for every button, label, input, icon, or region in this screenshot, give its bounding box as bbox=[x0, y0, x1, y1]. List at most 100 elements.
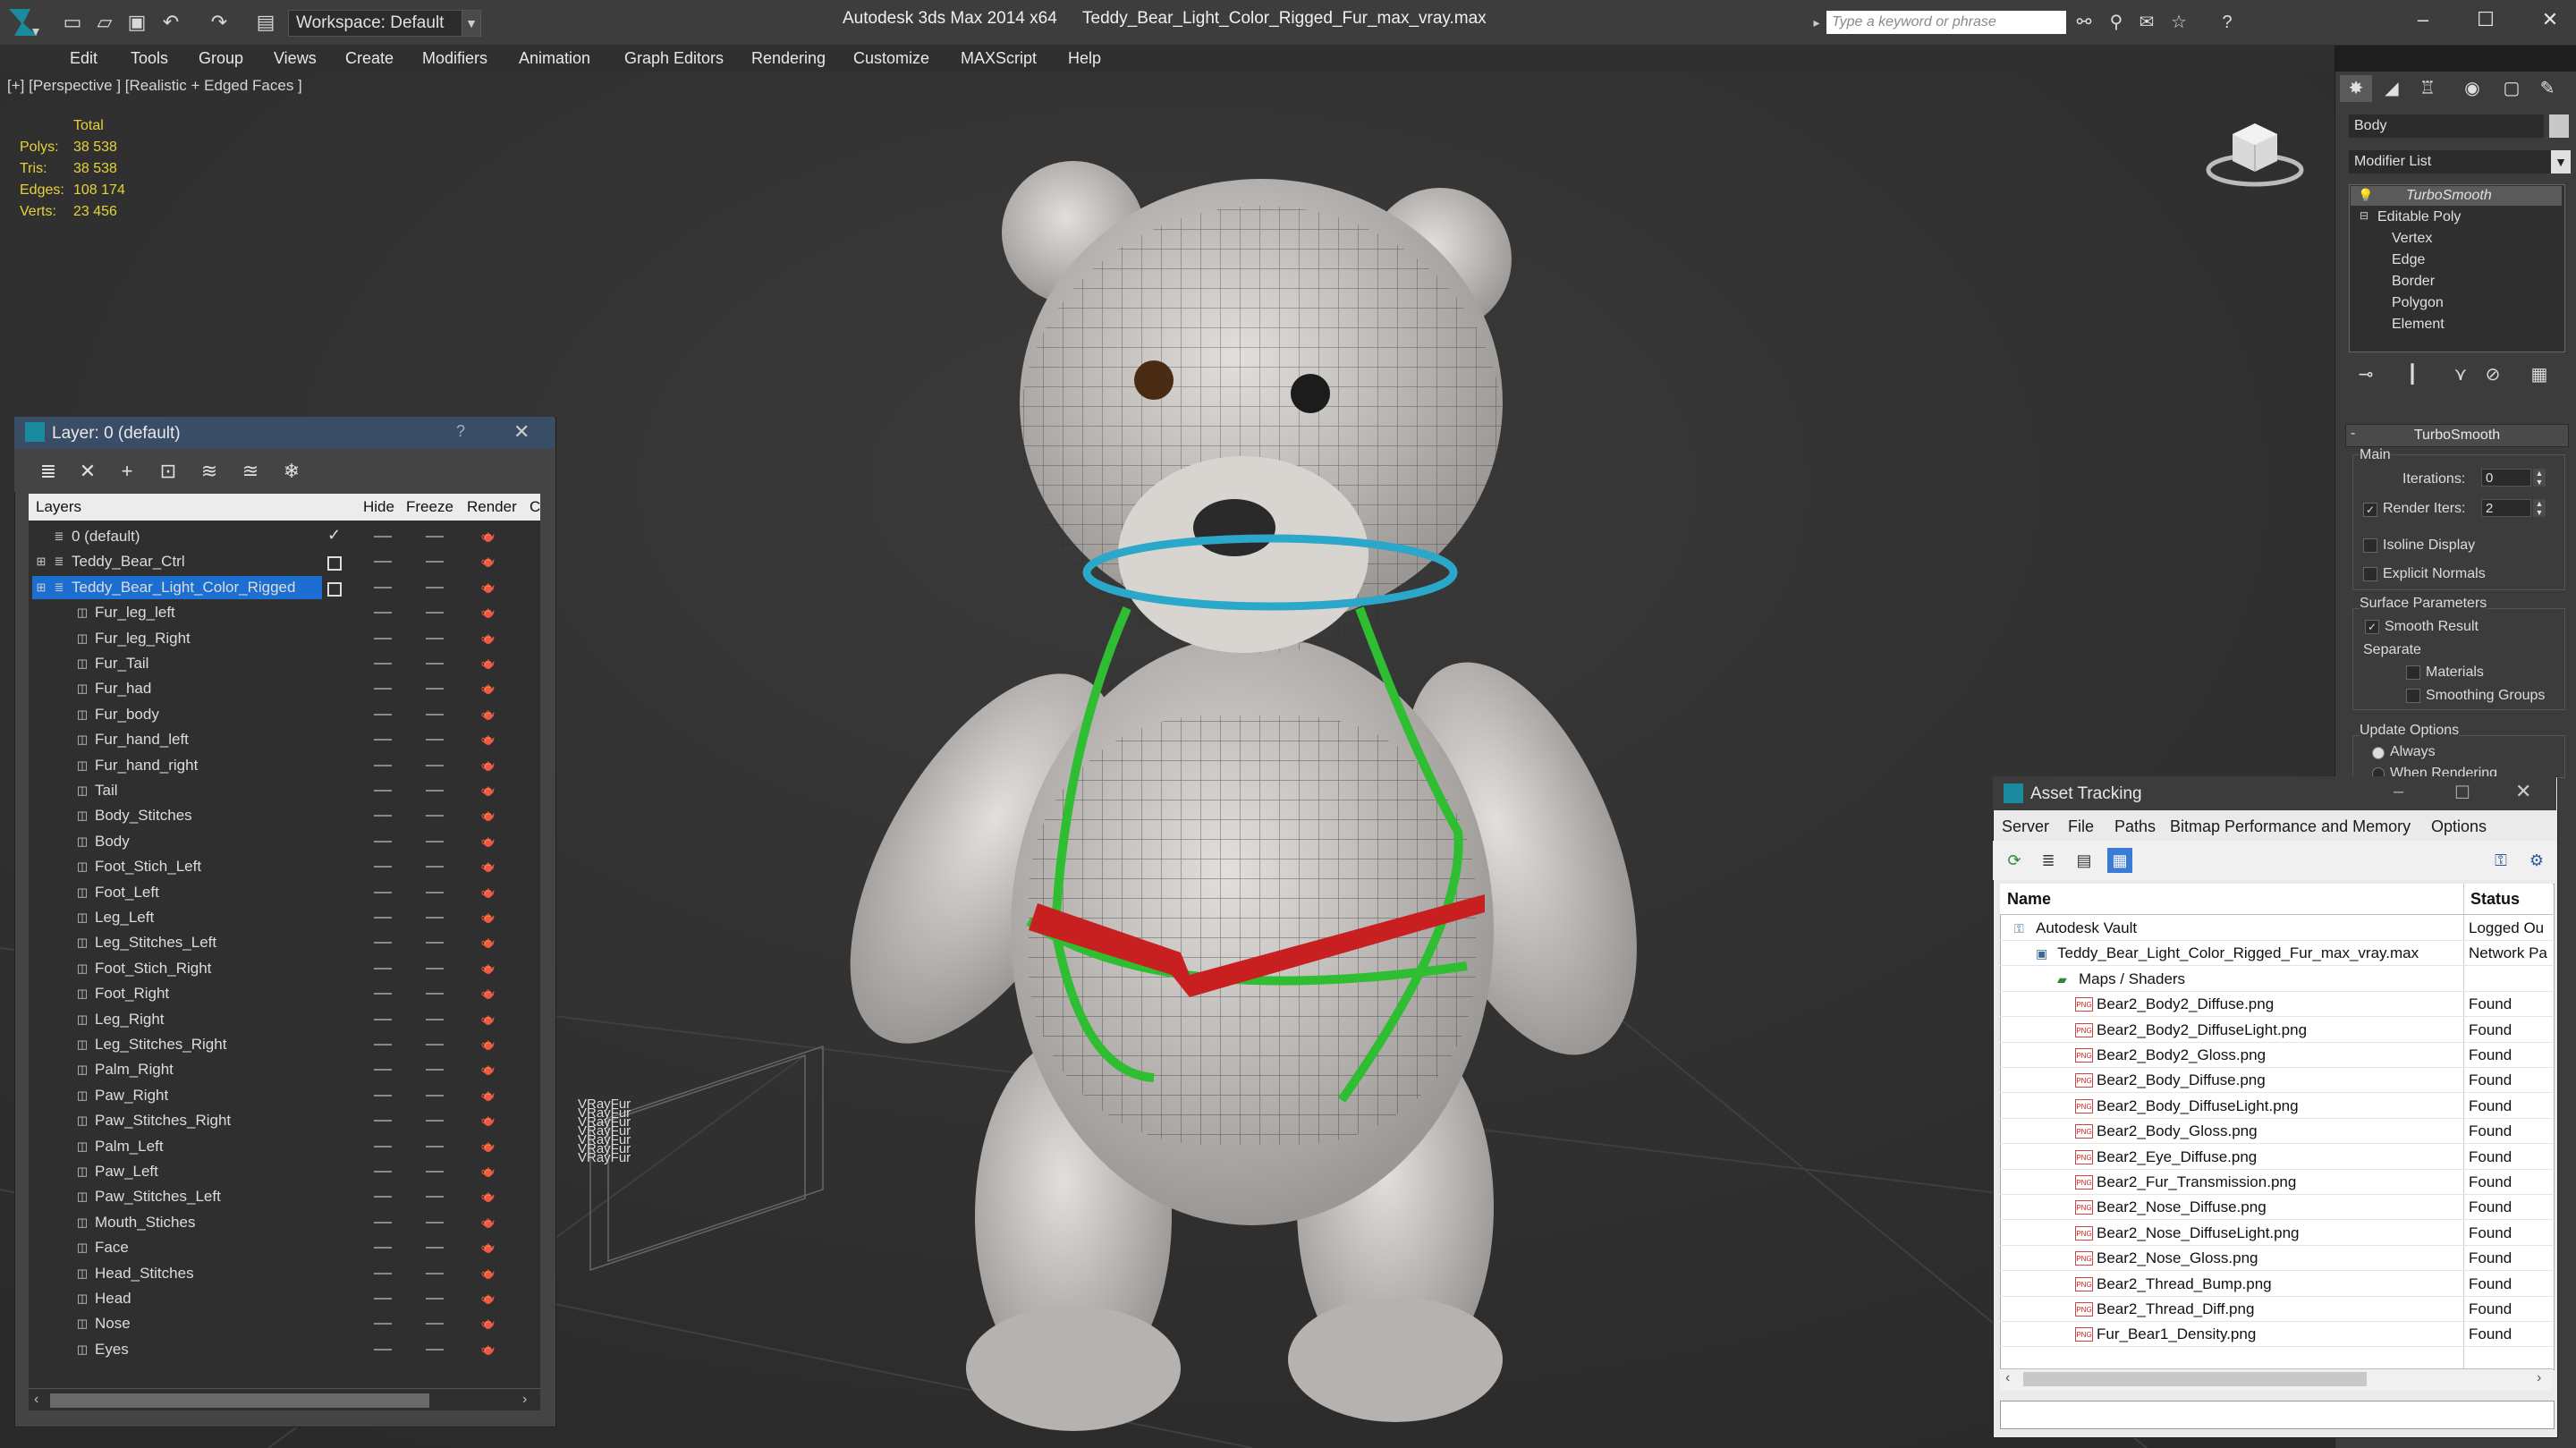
list-view-icon[interactable]: ≣ bbox=[2036, 848, 2061, 873]
table-view-icon[interactable]: ▦ bbox=[2107, 848, 2132, 873]
layer-row[interactable]: ◫ Tail 🫖 bbox=[29, 778, 540, 803]
stack-item-editable-poly[interactable]: Editable Poly bbox=[2377, 209, 2461, 225]
search-expand-icon[interactable]: ▸ bbox=[1809, 11, 1825, 34]
layer-row[interactable]: ◫ Foot_Right 🫖 bbox=[29, 981, 540, 1006]
set-current-layer-box[interactable] bbox=[327, 556, 342, 572]
workspace-dropdown-arrow-icon[interactable]: ▼ bbox=[462, 10, 481, 37]
layer-help-icon[interactable]: ? bbox=[456, 422, 465, 441]
layer-row[interactable]: ◫ Fur_hand_left 🫖 bbox=[29, 727, 540, 752]
freeze-toggle[interactable] bbox=[426, 536, 444, 538]
minimize-icon[interactable]: – bbox=[2401, 4, 2445, 36]
freeze-toggle[interactable] bbox=[426, 1323, 444, 1325]
asset-row[interactable]: PNG Bear2_Body_DiffuseLight.png Found bbox=[2000, 1094, 2553, 1119]
freeze-toggle[interactable] bbox=[426, 688, 444, 690]
render-iters-checkbox[interactable]: ✓ bbox=[2363, 503, 2377, 517]
communication-icon[interactable]: ✉ bbox=[2134, 11, 2159, 34]
lightbulb-icon[interactable]: 💡 bbox=[2358, 188, 2373, 203]
menu-edit[interactable]: Edit bbox=[70, 45, 97, 72]
hide-toggle[interactable] bbox=[374, 917, 392, 919]
render-teapot-icon[interactable]: 🫖 bbox=[479, 1139, 497, 1154]
viewport-label[interactable]: [+] [Perspective ] [Realistic + Edged Fa… bbox=[7, 77, 302, 95]
remove-modifier-icon[interactable]: ⊘ bbox=[2479, 361, 2506, 388]
viewcube-icon[interactable] bbox=[2206, 116, 2304, 188]
hide-toggle[interactable] bbox=[374, 1120, 392, 1122]
hierarchy-tab-icon[interactable]: ♖ bbox=[2411, 75, 2444, 102]
chevron-down-icon[interactable]: ▼ bbox=[2551, 150, 2571, 174]
object-color-swatch[interactable] bbox=[2549, 114, 2569, 138]
freeze-toggle[interactable] bbox=[426, 1272, 444, 1274]
asset-row[interactable]: PNG Bear2_Body2_Gloss.png Found bbox=[2000, 1043, 2553, 1068]
maximize-icon[interactable]: ☐ bbox=[2454, 782, 2470, 804]
hide-toggle[interactable] bbox=[374, 1069, 392, 1071]
layer-row[interactable]: ◫ Paw_Left 🫖 bbox=[29, 1159, 540, 1184]
scroll-right-icon[interactable]: › bbox=[2537, 1370, 2541, 1386]
hide-all-icon[interactable]: ≊ bbox=[236, 458, 265, 485]
freeze-toggle[interactable] bbox=[426, 1171, 444, 1173]
freeze-toggle[interactable] bbox=[426, 917, 444, 919]
open-file-icon[interactable]: ▱ bbox=[93, 11, 116, 34]
asset-scroll-thumb[interactable] bbox=[2023, 1372, 2367, 1386]
asset-row[interactable]: PNG Bear2_Thread_Bump.png Found bbox=[2000, 1272, 2553, 1297]
hide-toggle[interactable] bbox=[374, 1247, 392, 1249]
utilities-tab-icon[interactable]: ✎ bbox=[2531, 75, 2563, 102]
layer-scroll-thumb[interactable] bbox=[50, 1393, 429, 1408]
menu-customize[interactable]: Customize bbox=[853, 45, 929, 72]
hide-toggle[interactable] bbox=[374, 561, 392, 563]
vault-options-icon[interactable]: ⚙ bbox=[2524, 848, 2549, 873]
menu-animation[interactable]: Animation bbox=[519, 45, 590, 72]
menu-tools[interactable]: Tools bbox=[131, 45, 168, 72]
layer-row[interactable]: ◫ Body_Stitches 🫖 bbox=[29, 803, 540, 828]
render-teapot-icon[interactable]: 🫖 bbox=[479, 1266, 497, 1281]
freeze-toggle[interactable] bbox=[426, 993, 444, 995]
render-teapot-icon[interactable]: 🫖 bbox=[479, 1114, 497, 1128]
layer-row[interactable]: ◫ Palm_Right 🫖 bbox=[29, 1057, 540, 1082]
isoline-display-checkbox[interactable] bbox=[2363, 538, 2377, 553]
render-teapot-icon[interactable]: 🫖 bbox=[479, 834, 497, 849]
col-layers[interactable]: Layers bbox=[36, 494, 81, 521]
layer-row[interactable]: ◫ Head 🫖 bbox=[29, 1286, 540, 1311]
asset-menu-file[interactable]: File bbox=[2068, 812, 2094, 841]
render-teapot-icon[interactable]: 🫖 bbox=[479, 1241, 497, 1255]
menu-views[interactable]: Views bbox=[274, 45, 317, 72]
scroll-left-icon[interactable]: ‹ bbox=[2005, 1370, 2010, 1386]
render-teapot-icon[interactable]: 🫖 bbox=[479, 961, 497, 976]
layer-row[interactable]: ◫ Fur_hand_right 🫖 bbox=[29, 753, 540, 778]
configure-modifier-sets-icon[interactable]: ▦ bbox=[2526, 361, 2553, 388]
asset-row[interactable]: PNG Bear2_Nose_Gloss.png Found bbox=[2000, 1246, 2553, 1272]
render-teapot-icon[interactable]: 🫖 bbox=[479, 656, 497, 671]
freeze-all-icon[interactable]: ❄ bbox=[277, 458, 306, 485]
redo-icon[interactable]: ↷ bbox=[208, 11, 231, 34]
hide-toggle[interactable] bbox=[374, 993, 392, 995]
freeze-toggle[interactable] bbox=[426, 1145, 444, 1147]
thumbnail-view-icon[interactable]: ▤ bbox=[2072, 848, 2097, 873]
hide-toggle[interactable] bbox=[374, 815, 392, 817]
spinner-arrows-icon[interactable]: ▲ ▼ bbox=[2533, 499, 2546, 517]
set-current-layer-box[interactable] bbox=[327, 581, 342, 597]
hide-toggle[interactable] bbox=[374, 1323, 392, 1325]
col-color[interactable]: C bbox=[530, 494, 540, 521]
hide-toggle[interactable] bbox=[374, 1044, 392, 1046]
hide-toggle[interactable] bbox=[374, 1145, 392, 1147]
save-file-icon[interactable]: ▣ bbox=[125, 11, 148, 34]
freeze-toggle[interactable] bbox=[426, 1094, 444, 1097]
asset-row[interactable]: ▣ Teddy_Bear_Light_Color_Rigged_Fur_max_v… bbox=[2000, 941, 2553, 967]
iterations-spinner[interactable]: 0 bbox=[2481, 469, 2531, 487]
layer-row[interactable]: ◫ Foot_Stich_Left 🫖 bbox=[29, 854, 540, 879]
create-tab-icon[interactable]: ✸ bbox=[2340, 75, 2372, 102]
minimize-icon[interactable]: – bbox=[2394, 782, 2403, 802]
col-hide[interactable]: Hide bbox=[363, 494, 394, 521]
freeze-toggle[interactable] bbox=[426, 866, 444, 868]
stack-item-edge[interactable]: Edge bbox=[2392, 252, 2425, 268]
freeze-toggle[interactable] bbox=[426, 1069, 444, 1071]
freeze-toggle[interactable] bbox=[426, 713, 444, 716]
smoothing-groups-checkbox[interactable] bbox=[2406, 689, 2420, 703]
freeze-toggle[interactable] bbox=[426, 612, 444, 614]
asset-row[interactable]: PNG Bear2_Body2_DiffuseLight.png Found bbox=[2000, 1018, 2553, 1043]
pin-stack-icon[interactable]: ⊸ bbox=[2352, 361, 2379, 388]
asset-row[interactable]: PNG Bear2_Nose_Diffuse.png Found bbox=[2000, 1195, 2553, 1221]
render-teapot-icon[interactable]: 🫖 bbox=[479, 758, 497, 773]
asset-row[interactable]: PNG Bear2_Eye_Diffuse.png Found bbox=[2000, 1145, 2553, 1170]
render-teapot-icon[interactable]: 🫖 bbox=[479, 1317, 497, 1331]
layer-row[interactable]: ◫ Fur_body 🫖 bbox=[29, 702, 540, 727]
asset-menu-server[interactable]: Server bbox=[2002, 812, 2049, 841]
